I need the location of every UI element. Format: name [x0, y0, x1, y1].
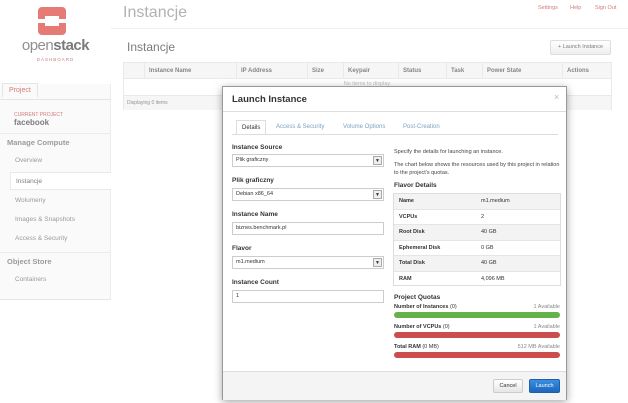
table-row: RAM 4,096 MB: [394, 272, 560, 288]
instance-source-label: Instance Source: [232, 144, 283, 151]
tabs-divider: [232, 134, 558, 135]
table-row: Ephemeral Disk 0 GB: [394, 241, 560, 256]
project-quotas-title: Project Quotas: [394, 294, 441, 301]
launch-button[interactable]: Launch: [529, 379, 560, 393]
flavor-key: Ephemeral Disk: [399, 244, 441, 251]
flavor-value: 0 GB: [481, 244, 494, 251]
modal-header-divider: [223, 111, 566, 112]
close-icon[interactable]: ×: [554, 92, 559, 102]
image-select[interactable]: Debian x86_64 ▼: [232, 188, 384, 201]
instance-source-value: Plik graficzny: [236, 157, 269, 163]
flavor-select[interactable]: m1.medium ▼: [232, 256, 384, 269]
flavor-key: Root Disk: [399, 229, 425, 235]
instance-count-input[interactable]: 1: [232, 290, 384, 303]
quota-label: Number of VCPUs (0): [394, 324, 450, 330]
flavor-value: 4,096 MB: [481, 275, 505, 282]
image-label: Plik graficzny: [232, 177, 274, 184]
table-row: Root Disk 40 GB: [394, 225, 560, 241]
instance-name-label: Instance Name: [232, 211, 278, 218]
table-row: Total Disk 40 GB: [394, 256, 560, 272]
chevron-down-icon[interactable]: ▼: [373, 156, 382, 165]
tab-volume-options[interactable]: Volume Options: [338, 120, 390, 135]
flavor-value: 40 GB: [481, 229, 497, 235]
launch-instance-modal: Launch Instance × Details Access & Secur…: [222, 86, 567, 400]
flavor-value: 40 GB: [481, 260, 497, 266]
flavor-details-table: Name m1.medium VCPUs 2 Root Disk 40 GB E…: [393, 193, 561, 286]
quota-available: 512 MB Available: [517, 344, 560, 350]
instance-count-label: Instance Count: [232, 279, 279, 286]
quota-label: Number of Instances (0): [394, 304, 457, 310]
instance-name-input[interactable]: biznes.benchmark.pl: [232, 222, 384, 235]
cancel-button[interactable]: Cancel: [493, 379, 523, 393]
instance-source-select[interactable]: Plik graficzny ▼: [232, 154, 384, 167]
flavor-value: m1.medium: [481, 198, 510, 204]
flavor-key: Name: [399, 198, 414, 204]
quota-available: 1 Available: [533, 304, 560, 310]
quota-bar-instances: [394, 312, 560, 318]
help-text: Specify the details for launching an ins…: [394, 149, 503, 155]
flavor-label: Flavor: [232, 245, 252, 252]
chevron-down-icon[interactable]: ▼: [373, 258, 382, 267]
modal-title: Launch Instance: [232, 94, 307, 105]
flavor-key: RAM: [399, 275, 412, 282]
chevron-down-icon[interactable]: ▼: [373, 190, 382, 199]
table-row: Name m1.medium: [394, 194, 560, 210]
image-value: Debian x86_64: [236, 191, 274, 197]
flavor-key: Total Disk: [399, 260, 425, 266]
quota-bar-ram: [394, 352, 560, 358]
quota-label: Total RAM (0 MB): [394, 344, 439, 350]
quota-available: 1 Available: [533, 324, 560, 330]
flavor-value: 2: [481, 213, 485, 220]
table-row: VCPUs 2: [394, 210, 560, 225]
tab-post-creation[interactable]: Post-Creation: [398, 120, 445, 135]
tab-access-security[interactable]: Access & Security: [271, 120, 329, 135]
flavor-details-title: Flavor Details: [394, 182, 437, 189]
quota-bar-vcpus: [394, 332, 560, 338]
modal-footer: Cancel Launch: [223, 371, 566, 400]
help-text: The chart below shows the resources used…: [394, 162, 560, 176]
tab-details[interactable]: Details: [236, 120, 267, 135]
flavor-key: VCPUs: [399, 213, 418, 220]
flavor-value: m1.medium: [236, 259, 265, 265]
